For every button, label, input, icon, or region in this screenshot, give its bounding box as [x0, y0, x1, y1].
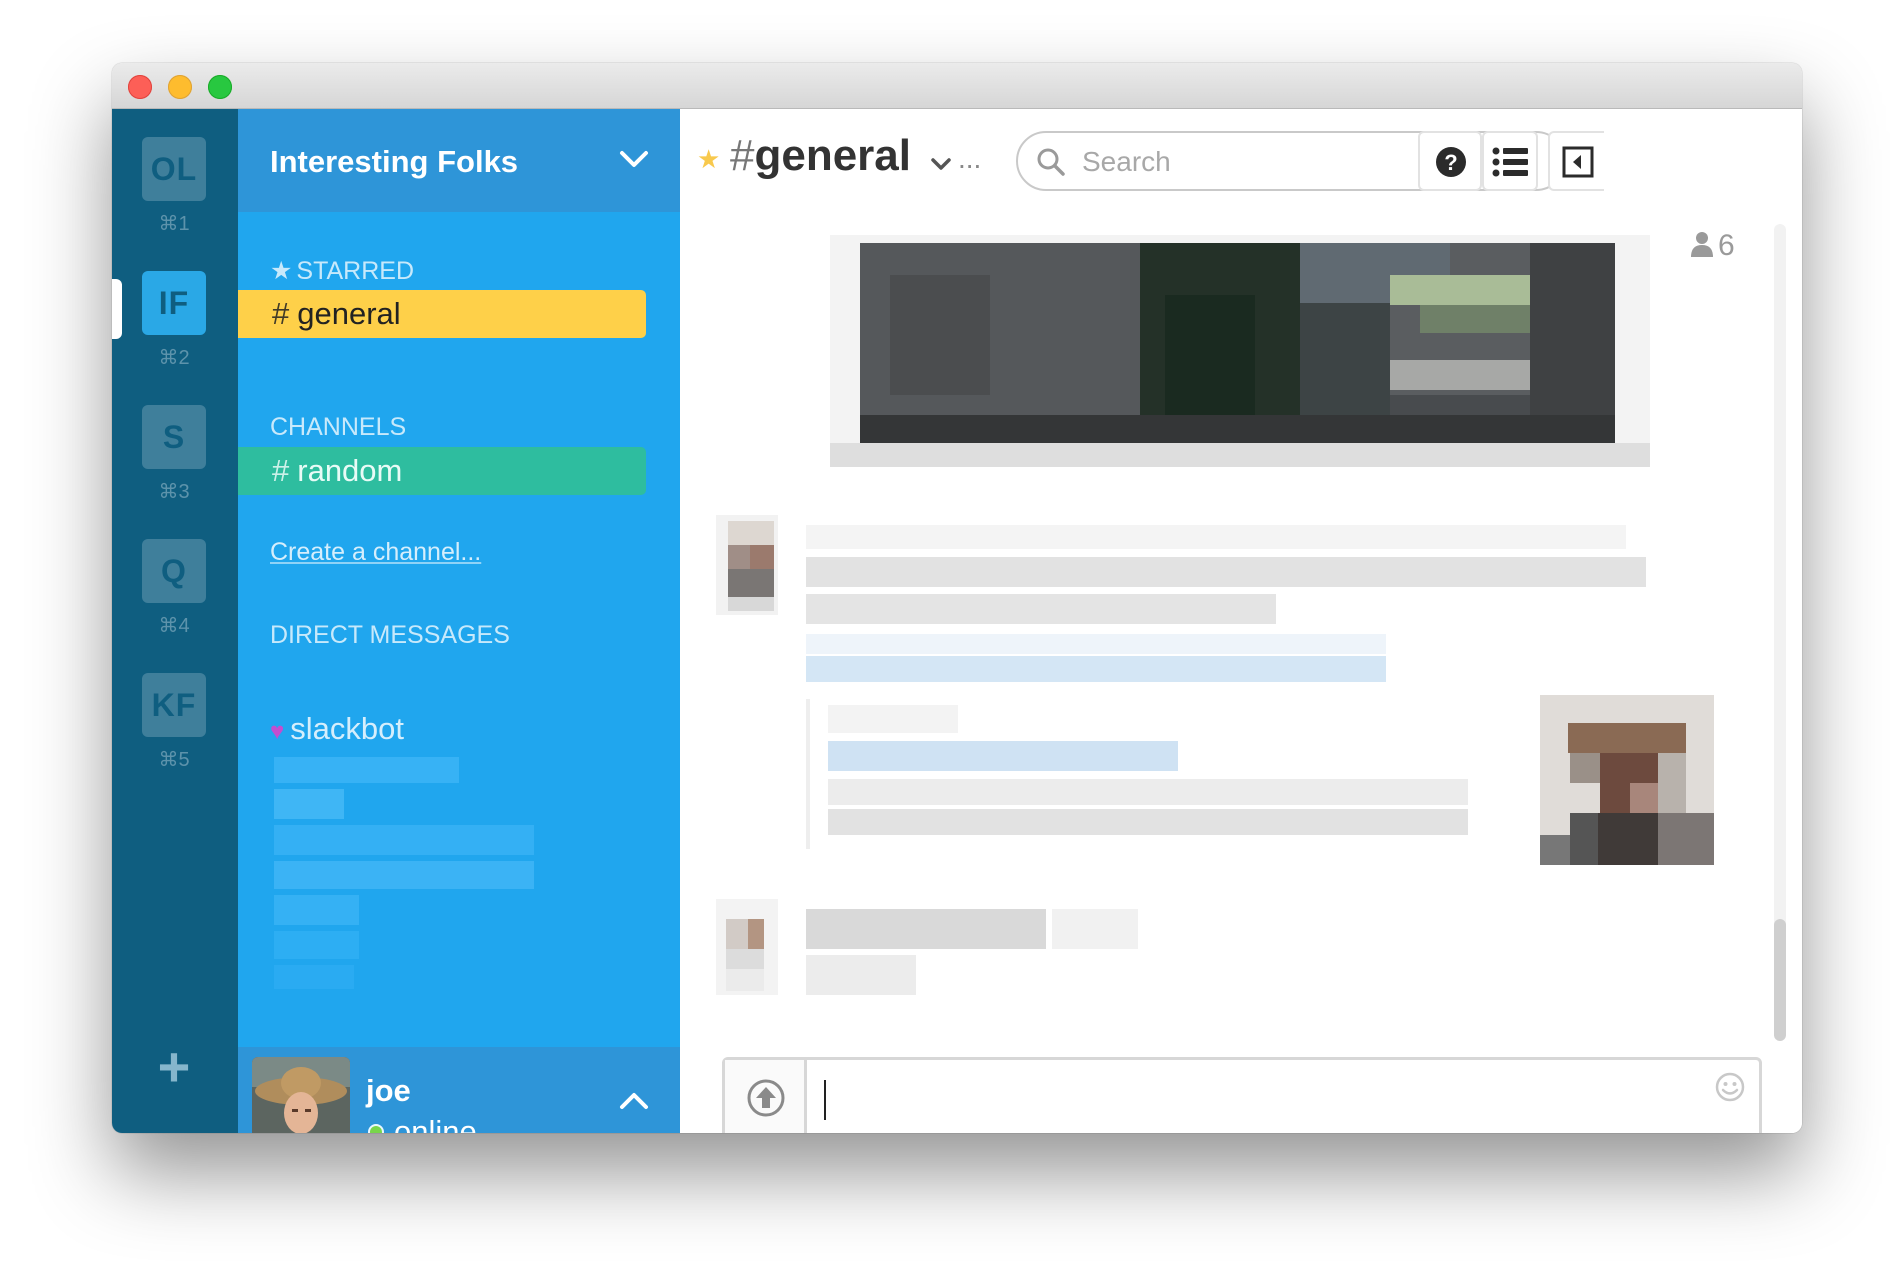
minimize-window-button[interactable] — [168, 75, 192, 99]
team-shortcut: ⌘4 — [158, 615, 190, 637]
star-channel-icon[interactable]: ★ — [697, 144, 720, 175]
team-icon-kf[interactable]: KF — [142, 673, 206, 737]
preview-thumbnail[interactable] — [1540, 695, 1714, 865]
toggle-flexpane-button[interactable] — [1548, 131, 1604, 191]
redacted-link[interactable] — [806, 634, 1386, 654]
presence-dot-icon — [368, 1124, 384, 1133]
chevron-down-icon[interactable] — [618, 147, 650, 171]
upload-button[interactable] — [725, 1060, 807, 1133]
add-team-button[interactable]: + — [152, 1039, 196, 1095]
redacted-message-text — [806, 594, 1276, 624]
sidebar-collapse-icon — [1562, 146, 1594, 178]
team-shortcut: ⌘2 — [158, 347, 190, 369]
messages-scrollbar-thumb[interactable] — [1774, 919, 1786, 1041]
redacted-message-text — [806, 525, 1626, 549]
create-channel-link[interactable]: Create a channel... — [270, 538, 481, 567]
redacted-dm-item[interactable] — [274, 895, 359, 925]
heart-icon: ♥ — [270, 718, 285, 745]
sidebar-item-random[interactable]: # random — [238, 447, 646, 495]
team-switcher: OL ⌘1 IF ⌘2 S ⌘3 Q ⌘4 KF ⌘5 + — [112, 109, 238, 1133]
search-icon — [1037, 148, 1065, 176]
redacted-preview-link[interactable] — [828, 741, 1178, 771]
channel-label: general — [297, 296, 401, 331]
svg-text:?: ? — [1444, 150, 1457, 175]
chevron-up-icon[interactable] — [618, 1089, 650, 1111]
help-button[interactable]: ? — [1418, 131, 1482, 191]
title-bar — [112, 63, 1802, 109]
redacted-message-text — [806, 955, 916, 995]
team-name[interactable]: Interesting Folks — [270, 144, 518, 180]
team-item-if[interactable]: IF ⌘2 — [142, 271, 206, 370]
dm-label: slackbot — [290, 711, 404, 746]
user-menu[interactable]: joe online — [238, 1047, 680, 1133]
help-icon: ? — [1436, 147, 1466, 177]
active-team-indicator — [112, 279, 122, 339]
message-list — [680, 219, 1760, 1059]
redacted-username[interactable] — [806, 909, 1046, 949]
redacted-dm-item[interactable] — [274, 757, 459, 783]
redacted-preview-text — [828, 779, 1468, 805]
redacted-link[interactable] — [806, 656, 1386, 682]
team-shortcut: ⌘5 — [158, 749, 190, 771]
redacted-timestamp — [1052, 909, 1138, 949]
team-item-ol[interactable]: OL ⌘1 — [142, 137, 206, 236]
hash-icon: # — [272, 453, 290, 488]
sidebar-item-slackbot[interactable]: ♥ slackbot — [270, 711, 404, 747]
message-composer — [722, 1057, 1762, 1133]
channel-title[interactable]: #general — [730, 131, 911, 181]
presence-status: online — [394, 1114, 477, 1133]
channel-sidebar: Interesting Folks ★ STARRED # general CHAN… — [238, 109, 782, 1133]
messages-scrollbar[interactable] — [1774, 224, 1786, 994]
sidebar-item-general[interactable]: # general — [238, 290, 646, 338]
redacted-message-text — [806, 557, 1646, 587]
upload-icon — [747, 1079, 785, 1117]
team-menu[interactable]: Interesting Folks — [238, 109, 680, 212]
main-pane: ★ #general ... ? — [680, 109, 1802, 1133]
redacted-dm-item[interactable] — [274, 789, 344, 819]
team-shortcut: ⌘1 — [158, 213, 190, 235]
maximize-window-button[interactable] — [208, 75, 232, 99]
team-icon-q[interactable]: Q — [142, 539, 206, 603]
username: joe — [366, 1073, 411, 1108]
list-icon — [1492, 147, 1528, 177]
redacted-dm-item[interactable] — [274, 861, 534, 889]
image-attachment[interactable] — [830, 235, 1650, 467]
channels-section-label[interactable]: CHANNELS — [270, 413, 406, 442]
starred-section-label: ★ STARRED — [270, 257, 415, 285]
channel-topic-ellipsis[interactable]: ... — [958, 143, 981, 175]
message-input[interactable] — [817, 1072, 1681, 1124]
star-icon: ★ — [270, 257, 293, 285]
channel-details-button[interactable] — [1482, 131, 1538, 191]
user-avatar[interactable] — [716, 515, 778, 615]
redacted-dm-item[interactable] — [274, 931, 359, 959]
close-window-button[interactable] — [128, 75, 152, 99]
chevron-down-icon[interactable] — [930, 157, 952, 171]
redacted-dm-item[interactable] — [274, 825, 534, 855]
text-caret — [824, 1080, 826, 1120]
team-icon-ol[interactable]: OL — [142, 137, 206, 201]
hash-icon: # — [272, 296, 290, 331]
slack-window: OL ⌘1 IF ⌘2 S ⌘3 Q ⌘4 KF ⌘5 + Interestin… — [112, 63, 1802, 1133]
user-avatar[interactable] — [716, 899, 778, 995]
channel-label: random — [297, 453, 403, 488]
team-icon-if[interactable]: IF — [142, 271, 206, 335]
team-item-q[interactable]: Q ⌘4 — [142, 539, 206, 638]
preview-border — [806, 699, 810, 849]
redacted-dm-item[interactable] — [274, 965, 354, 989]
redacted-preview-text — [828, 809, 1468, 835]
team-item-s[interactable]: S ⌘3 — [142, 405, 206, 504]
user-avatar[interactable] — [252, 1057, 350, 1133]
team-item-kf[interactable]: KF ⌘5 — [142, 673, 206, 772]
team-icon-s[interactable]: S — [142, 405, 206, 469]
direct-messages-section-label[interactable]: DIRECT MESSAGES — [270, 621, 510, 650]
emoji-icon[interactable] — [1715, 1072, 1745, 1102]
redacted-preview-title — [828, 705, 958, 733]
team-shortcut: ⌘3 — [158, 481, 190, 503]
